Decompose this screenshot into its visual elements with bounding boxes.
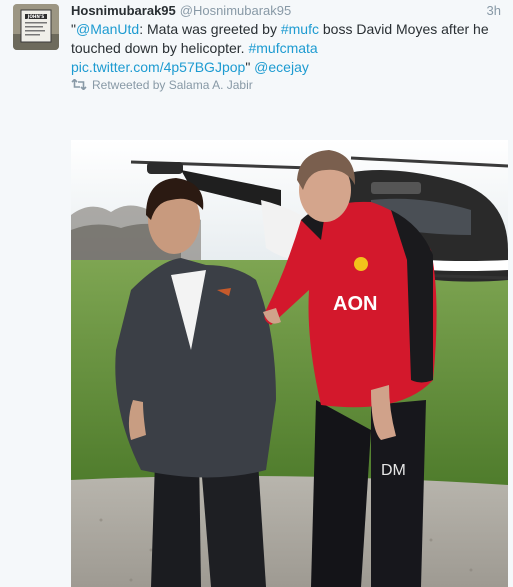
tweet-text-part1: : Mata was greeted by: [139, 21, 281, 37]
trouser-initials: DM: [381, 462, 406, 479]
tweet-header: Hosnimubarak95 @Hosnimubarak95 3h: [71, 2, 501, 20]
user-handle[interactable]: @Hosnimubarak95: [180, 3, 291, 18]
shirt-sponsor: AON: [333, 293, 377, 315]
tweet[interactable]: JOHN'S Hosnimubarak95 @Hosnimubarak95 3h …: [0, 0, 513, 587]
hashtag-mufc[interactable]: #mufc: [281, 21, 319, 37]
retweeted-by[interactable]: Retweeted by Salama A. Jabir: [71, 77, 253, 93]
tweet-photo[interactable]: AON DM: [71, 140, 508, 587]
photo-image: AON DM: [71, 140, 508, 587]
tweet-text: "@ManUtd: Mata was greeted by #mufc boss…: [71, 20, 501, 77]
close-quote: ": [245, 59, 255, 75]
retweet-icon: [71, 78, 87, 94]
display-name[interactable]: Hosnimubarak95: [71, 3, 176, 18]
avatar[interactable]: JOHN'S: [13, 4, 59, 50]
retweeted-by-label: Retweeted by Salama A. Jabir: [92, 78, 253, 92]
pic-link[interactable]: pic.twitter.com/4p57BGJpop: [71, 59, 245, 75]
timestamp[interactable]: 3h: [487, 2, 501, 20]
mention-ecejay[interactable]: @ecejay: [254, 59, 309, 75]
avatar-image: JOHN'S: [13, 4, 59, 50]
mention-manutd[interactable]: @ManUtd: [76, 21, 139, 37]
hashtag-mufcmata[interactable]: #mufcmata: [248, 40, 317, 56]
club-badge: [354, 257, 368, 271]
avatar-sign-title: JOHN'S: [27, 14, 44, 19]
